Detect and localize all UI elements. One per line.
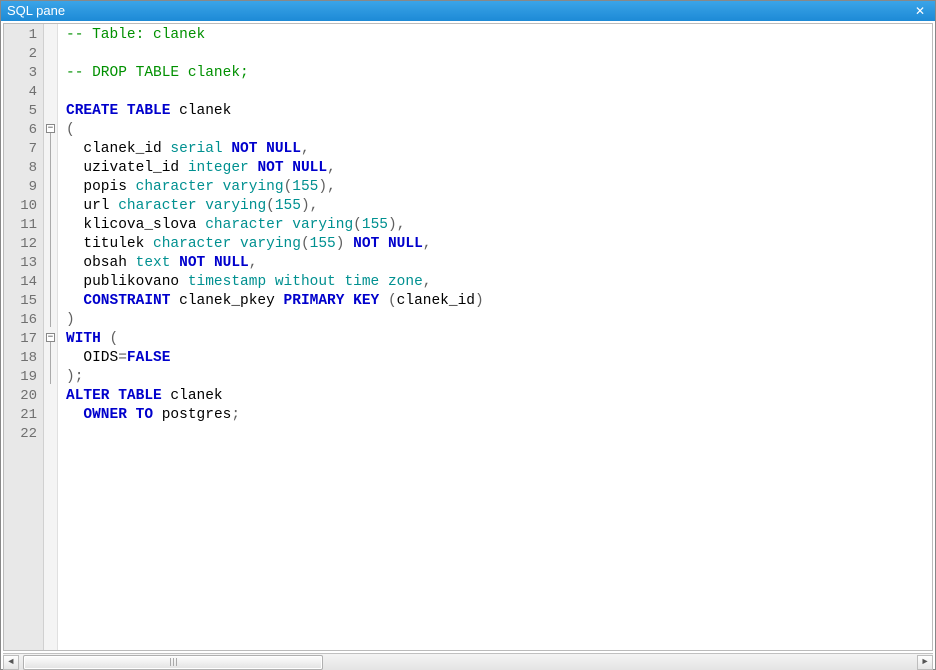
line-number: 7	[6, 140, 37, 159]
code-area[interactable]: -- Table: clanek -- DROP TABLE clanek; CRE…	[58, 24, 932, 650]
code-line[interactable]: OWNER TO postgres;	[66, 406, 928, 425]
close-icon[interactable]: ✕	[911, 1, 929, 21]
line-number: 12	[6, 235, 37, 254]
line-number: 5	[6, 102, 37, 121]
line-number: 3	[6, 64, 37, 83]
code-line[interactable]	[66, 83, 928, 102]
fold-column: −−	[44, 24, 58, 650]
code-line[interactable]	[66, 45, 928, 64]
scrollbar-track[interactable]	[19, 655, 917, 670]
horizontal-scrollbar[interactable]: ◄ ►	[3, 653, 933, 670]
line-number: 10	[6, 197, 37, 216]
fold-slot	[44, 24, 57, 43]
line-number: 11	[6, 216, 37, 235]
line-number: 13	[6, 254, 37, 273]
code-line[interactable]	[66, 425, 928, 444]
fold-guide	[50, 133, 51, 327]
code-line[interactable]: -- DROP TABLE clanek;	[66, 64, 928, 83]
window-title: SQL pane	[7, 1, 65, 21]
line-number: 21	[6, 406, 37, 425]
line-number: 20	[6, 387, 37, 406]
code-line[interactable]: (	[66, 121, 928, 140]
code-line[interactable]: obsah text NOT NULL,	[66, 254, 928, 273]
fold-slot	[44, 43, 57, 62]
fold-toggle-icon[interactable]: −	[46, 333, 55, 342]
fold-slot	[44, 62, 57, 81]
line-number: 17	[6, 330, 37, 349]
fold-guide	[50, 342, 51, 384]
code-line[interactable]: -- Table: clanek	[66, 26, 928, 45]
line-number: 15	[6, 292, 37, 311]
line-number: 1	[6, 26, 37, 45]
fold-toggle-icon[interactable]: −	[46, 124, 55, 133]
line-number: 19	[6, 368, 37, 387]
code-line[interactable]: OIDS=FALSE	[66, 349, 928, 368]
code-line[interactable]: CREATE TABLE clanek	[66, 102, 928, 121]
scroll-right-arrow-icon[interactable]: ►	[917, 655, 933, 670]
code-line[interactable]: clanek_id serial NOT NULL,	[66, 140, 928, 159]
fold-slot	[44, 385, 57, 404]
code-line[interactable]: uzivatel_id integer NOT NULL,	[66, 159, 928, 178]
code-line[interactable]: popis character varying(155),	[66, 178, 928, 197]
scrollbar-thumb[interactable]	[23, 655, 323, 670]
fold-slot	[44, 100, 57, 119]
line-number: 2	[6, 45, 37, 64]
line-number: 18	[6, 349, 37, 368]
line-number-gutter: 12345678910111213141516171819202122	[4, 24, 44, 650]
fold-slot	[44, 81, 57, 100]
code-line[interactable]: klicova_slova character varying(155),	[66, 216, 928, 235]
line-number: 9	[6, 178, 37, 197]
line-number: 8	[6, 159, 37, 178]
sql-editor[interactable]: 12345678910111213141516171819202122 −− -…	[3, 23, 933, 651]
fold-slot	[44, 423, 57, 442]
code-line[interactable]: );	[66, 368, 928, 387]
code-line[interactable]: ALTER TABLE clanek	[66, 387, 928, 406]
fold-slot	[44, 404, 57, 423]
code-line[interactable]: )	[66, 311, 928, 330]
code-line[interactable]: titulek character varying(155) NOT NULL,	[66, 235, 928, 254]
line-number: 6	[6, 121, 37, 140]
line-number: 14	[6, 273, 37, 292]
code-line[interactable]: publikovano timestamp without time zone,	[66, 273, 928, 292]
line-number: 16	[6, 311, 37, 330]
code-line[interactable]: url character varying(155),	[66, 197, 928, 216]
window-titlebar[interactable]: SQL pane ✕	[1, 1, 935, 21]
scroll-left-arrow-icon[interactable]: ◄	[3, 655, 19, 670]
line-number: 4	[6, 83, 37, 102]
code-line[interactable]: WITH (	[66, 330, 928, 349]
line-number: 22	[6, 425, 37, 444]
code-line[interactable]: CONSTRAINT clanek_pkey PRIMARY KEY (clan…	[66, 292, 928, 311]
